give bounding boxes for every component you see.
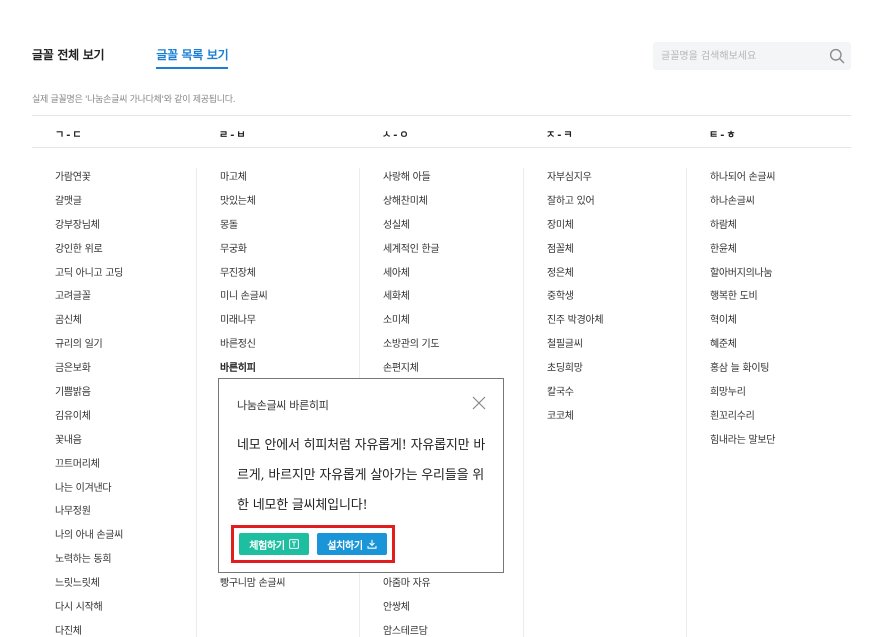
font-name-notice: 실제 글꼴명은 '나눔손글씨 가나다체'와 같이 제공됩니다. — [32, 95, 236, 105]
download-icon — [367, 539, 377, 549]
divider — [32, 115, 851, 116]
try-button[interactable]: 체험하기 — [239, 533, 309, 555]
font-list-item[interactable]: 상해찬미체 — [383, 192, 523, 216]
font-list-item[interactable]: 하람체 — [710, 216, 851, 240]
close-icon[interactable] — [472, 396, 486, 410]
font-list-item[interactable]: 점꼴체 — [547, 240, 686, 264]
font-list-item[interactable]: 장미체 — [547, 216, 686, 240]
font-list-item[interactable]: 하나손글씨 — [710, 192, 851, 216]
font-column-5: 하나되어 손글씨 하나손글씨 하람체 한윤체 할아버지의나눔 행복한 도비 혁이체 혜준체 홍삼… — [686, 168, 851, 637]
divider — [32, 147, 851, 148]
font-list-item[interactable]: 소방관의 기도 — [383, 335, 523, 359]
font-list-item[interactable]: 세화체 — [383, 287, 523, 311]
font-list-item[interactable]: 느릿느릿체 — [55, 574, 195, 598]
column-header-5: ㅌ-ㅎ — [709, 130, 738, 141]
font-list-item[interactable]: 진주 박경아체 — [547, 311, 686, 335]
tab-bar: 글꼴 전체 보기 글꼴 목록 보기 — [32, 46, 229, 69]
font-list-item[interactable]: 칼국수 — [547, 383, 686, 407]
font-list-item[interactable]: 할아버지의나눔 — [710, 264, 851, 288]
search-box — [653, 42, 851, 70]
font-list-item[interactable]: 나무정원 — [55, 502, 195, 526]
font-list-item[interactable]: 노력하는 동희 — [55, 550, 195, 574]
highlight-box: 체험하기 설치하기 — [231, 525, 395, 563]
font-list-item[interactable]: 마고체 — [220, 168, 359, 192]
preview-icon — [288, 539, 299, 549]
font-list-item[interactable]: 강인한 위로 — [55, 240, 195, 264]
font-list-item[interactable]: 미래나무 — [220, 311, 359, 335]
font-list-item[interactable]: 하나되어 손글씨 — [710, 168, 851, 192]
font-list-item[interactable]: 고려글꼴 — [55, 287, 195, 311]
font-list-item[interactable]: 무궁화 — [220, 240, 359, 264]
font-list-item[interactable]: 힘내라는 말보단 — [710, 431, 851, 455]
install-button-label: 설치하기 — [327, 540, 363, 552]
try-button-label: 체험하기 — [249, 540, 285, 552]
font-column-4: 자부심지우 잘하고 있어 장미체 점꼴체 정은체 중학생 진주 박경아체 철필글씨 초딩희망 칼국… — [523, 168, 686, 637]
font-list-item[interactable]: 초딩희망 — [547, 359, 686, 383]
font-list-item[interactable]: 암스테르담 — [383, 622, 523, 637]
font-preview-popup: 나눔손글씨 바른히피 네모 안에서 히피처럼 자유롭게! 자유롭지만 바르게, … — [218, 378, 504, 573]
font-list-item[interactable]: 행복한 도비 — [710, 287, 851, 311]
tab-all-fonts[interactable]: 글꼴 전체 보기 — [32, 46, 105, 69]
font-list-item[interactable]: 정은체 — [547, 264, 686, 288]
font-list-item[interactable]: 끄트머리체 — [55, 455, 195, 479]
font-list-item[interactable]: 다시 시작해 — [55, 598, 195, 622]
font-list-item[interactable]: 강부장님체 — [55, 216, 195, 240]
font-list-item[interactable]: 아줌마 자유 — [383, 574, 523, 598]
font-list-item[interactable]: 코코체 — [547, 407, 686, 431]
font-list-item[interactable]: 김유이체 — [55, 407, 195, 431]
font-list-item[interactable]: 소미체 — [383, 311, 523, 335]
search-input[interactable] — [661, 42, 821, 70]
column-header-1: ㄱ-ㄷ — [55, 130, 84, 141]
font-list-item[interactable]: 다진체 — [55, 622, 195, 637]
font-list-item[interactable]: 사랑해 아들 — [383, 168, 523, 192]
column-header-3: ㅅ-ㅇ — [382, 130, 411, 141]
font-list-item[interactable]: 희망누리 — [710, 383, 851, 407]
font-list-item[interactable]: 흰꼬리수리 — [710, 407, 851, 431]
font-list-item[interactable]: 혜준체 — [710, 335, 851, 359]
font-list-item[interactable]: 맛있는체 — [220, 192, 359, 216]
font-list-item[interactable]: 갈맷글 — [55, 192, 195, 216]
font-list-item[interactable]: 세아체 — [383, 264, 523, 288]
font-list-item[interactable]: 금은보화 — [55, 359, 195, 383]
font-list-item[interactable]: 한윤체 — [710, 240, 851, 264]
font-list-item[interactable]: 나는 이겨낸다 — [55, 479, 195, 503]
font-list-item[interactable]: 성실체 — [383, 216, 523, 240]
font-sample-text: 네모 안에서 히피처럼 자유롭게! 자유롭지만 바르게, 바르지만 자유롭게 살… — [237, 438, 486, 513]
font-list-item[interactable]: 가람연꽃 — [55, 168, 195, 192]
font-list-item[interactable]: 홍삼 늘 화이팅 — [710, 359, 851, 383]
font-list-item[interactable]: 안쌍체 — [383, 598, 523, 622]
font-list-item[interactable]: 중학생 — [547, 287, 686, 311]
font-list-item[interactable]: 철필글씨 — [547, 335, 686, 359]
font-list-item[interactable]: 미니 손글씨 — [220, 287, 359, 311]
column-header-4: ㅈ-ㅋ — [546, 130, 575, 141]
font-list-item[interactable]: 혁이체 — [710, 311, 851, 335]
font-list-item[interactable]: 고딕 아니고 고딩 — [55, 264, 195, 288]
font-list-item[interactable]: 기쁨밝음 — [55, 383, 195, 407]
font-list-item[interactable]: 자부심지우 — [547, 168, 686, 192]
font-list-item[interactable]: 곰신체 — [55, 311, 195, 335]
font-list-item[interactable]: 규리의 일기 — [55, 335, 195, 359]
font-list-item[interactable]: 무진장체 — [220, 264, 359, 288]
font-list-item[interactable]: 꽃내음 — [55, 431, 195, 455]
font-column-1: 가람연꽃 갈맷글 강부장님체 강인한 위로 고딕 아니고 고딩 고려글꼴 곰신체 규리의 일기… — [55, 168, 195, 637]
font-list-item[interactable]: 빵구니맘 손글씨 — [220, 574, 359, 598]
font-list-item[interactable]: 몽돌 — [220, 216, 359, 240]
font-list-item[interactable]: 나의 아내 손글씨 — [55, 526, 195, 550]
search-icon[interactable] — [829, 48, 845, 64]
popup-title: 나눔손글씨 바른히피 — [237, 399, 329, 412]
font-list-item[interactable]: 세계적인 한글 — [383, 240, 523, 264]
font-list-item[interactable]: 바른정신 — [220, 335, 359, 359]
tab-font-list[interactable]: 글꼴 목록 보기 — [156, 46, 229, 69]
install-button[interactable]: 설치하기 — [317, 533, 387, 555]
font-list-item[interactable]: 잘하고 있어 — [547, 192, 686, 216]
column-header-2: ㄹ-ㅂ — [219, 130, 248, 141]
